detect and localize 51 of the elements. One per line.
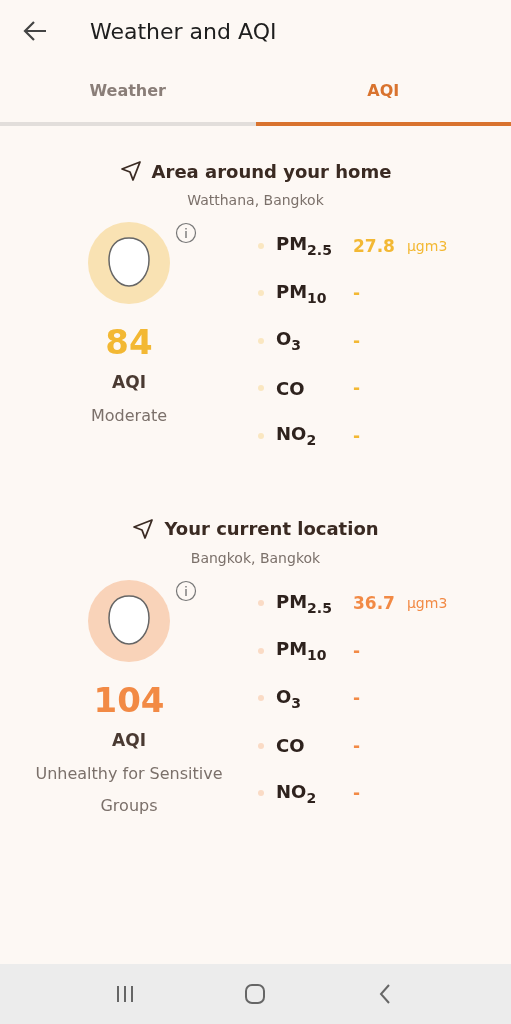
pollutant-name: PM$_{2.5}$ (276, 233, 333, 259)
location-subtitle: Watthana, Bangkok (187, 192, 324, 208)
location-title: Your current location (164, 518, 379, 539)
bullet-icon (258, 600, 264, 607)
bullet-icon (258, 742, 264, 749)
pollutant-unit: µgm3 (406, 595, 448, 612)
location-subtitle: Bangkok, Bangkok (190, 549, 321, 566)
pollutant-value: - (353, 378, 361, 399)
back-arrow-icon[interactable] (22, 20, 48, 42)
pollutant-value: - (353, 283, 361, 304)
pollutant-value: - (353, 330, 361, 351)
aqi-value: 84 (105, 322, 153, 362)
pollutant-value: - (353, 688, 361, 709)
bullet-icon (258, 647, 264, 654)
pollutant-name: PM$_{10}$ (276, 280, 328, 306)
aqi-value: 104 (93, 679, 165, 720)
home-icon[interactable] (243, 982, 268, 1006)
pollutant-name: PM$_{2.5}$ (276, 590, 333, 616)
bullet-icon (258, 695, 264, 702)
bullet-icon (258, 242, 264, 249)
pollutant-name: O$_{3}$ (276, 685, 303, 711)
navigation-arrow-icon (119, 160, 142, 182)
bullet-icon (258, 337, 264, 344)
bullet-icon (258, 290, 264, 297)
navigation-arrow-icon (132, 517, 155, 540)
pollutant-unit: µgm3 (406, 237, 448, 254)
aqi-category: Unhealthy for Sensitive Groups (34, 762, 224, 817)
info-icon[interactable] (175, 579, 197, 602)
aqi-category: Moderate (89, 405, 169, 427)
pollutant-value: - (353, 640, 361, 661)
pollutant-value: - (353, 735, 361, 756)
tab[interactable]: Weather (0, 62, 256, 126)
screen-title: Weather and AQI (90, 18, 277, 44)
bullet-icon (258, 385, 264, 392)
pollutant-name: O$_{3}$ (276, 328, 303, 354)
pollutant-name: PM$_{10}$ (276, 638, 328, 664)
aqi-label: AQI (112, 729, 146, 750)
pollutant-name: NO$_{2}$ (276, 780, 318, 806)
pollutant-name: CO (276, 377, 306, 399)
pollutant-value: 27.8 (353, 235, 395, 256)
info-icon[interactable] (175, 222, 197, 244)
pollutant-value: 36.7 (353, 593, 395, 614)
aqi-label: AQI (112, 372, 146, 392)
pollutant-name: CO (276, 735, 306, 757)
pollutant-name: NO$_{2}$ (276, 423, 318, 449)
pollutant-value: - (353, 425, 361, 446)
pollutant-value: - (353, 783, 361, 804)
location-title: Area around your home (151, 160, 392, 182)
bullet-icon (258, 790, 264, 797)
tab[interactable]: AQI (255, 62, 511, 126)
bullet-icon (258, 432, 264, 439)
